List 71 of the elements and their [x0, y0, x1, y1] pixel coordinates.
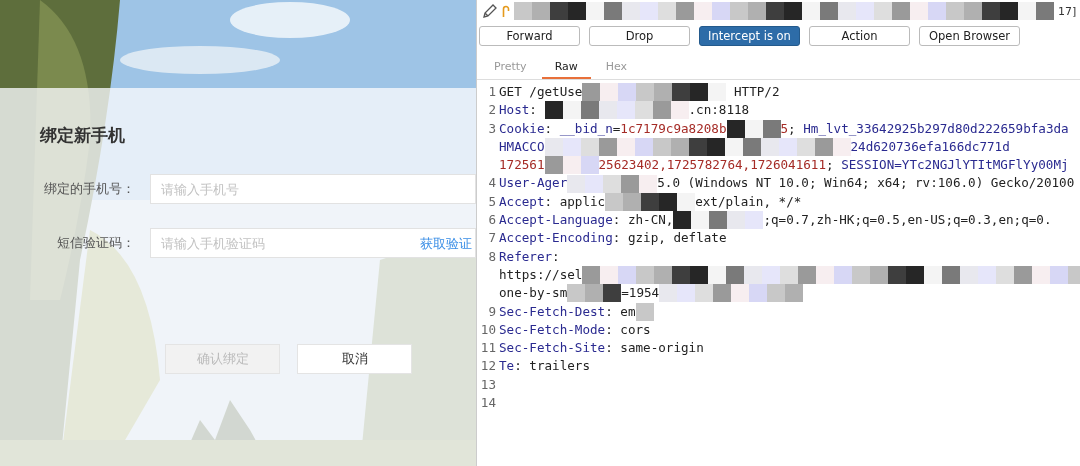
header-name: Te [499, 357, 515, 376]
redaction-mosaic [635, 302, 654, 321]
pencil-icon[interactable] [481, 2, 498, 20]
toolbar-button[interactable]: Open Browser [919, 26, 1020, 46]
code-text: =1954 [621, 284, 660, 303]
code-text: : em [605, 302, 636, 321]
line-number: 8 [488, 247, 496, 266]
header-name: Accept-Encoding [499, 229, 613, 248]
header-name: Sec-Fetch-Site [499, 339, 606, 358]
header-name: SESSION=YTc2NGJlYTItMGFlYy00Mj [841, 156, 1069, 175]
line-number: 6 [488, 211, 496, 230]
code-text: .cn:8118 [688, 101, 750, 120]
code-text: : applic [544, 192, 606, 211]
header-name: Accept [499, 192, 545, 211]
code-text: : [544, 119, 554, 138]
header-name: __bid_n [559, 119, 613, 138]
code-text: : cors [605, 320, 651, 339]
header-name: Accept-Language [499, 211, 613, 230]
line-number: 13 [480, 375, 496, 394]
header-name: Host [499, 101, 530, 120]
line-number: 5 [488, 192, 496, 211]
header-name: Cookie [499, 119, 545, 138]
header-name: User-Ager [499, 174, 568, 193]
view-tab[interactable]: Raw [541, 57, 591, 79]
toolbar-button[interactable]: Forward [479, 26, 580, 46]
header-name: Referer [499, 247, 553, 266]
header-name: HMACCO [499, 137, 545, 156]
code-text: ; [788, 119, 797, 138]
code-text: : zh-CN, [612, 211, 674, 230]
toolbar-button[interactable]: Drop [589, 26, 690, 46]
line-number: 3 [488, 119, 496, 138]
line-number: 7 [488, 229, 496, 248]
line-number: 9 [488, 302, 496, 321]
code-text: 5.0 (Windows NT 10.0; Win64; x64; rv:106.0) Gecko/20100 [657, 174, 1075, 193]
cookie-value: 172561 [499, 156, 545, 175]
cancel-button[interactable]: 取消 [297, 344, 412, 374]
request-title: 17] [1058, 4, 1077, 18]
line-number: 1 [488, 83, 496, 101]
cookie-value: 25623402,1725782764,1726041611 [598, 156, 826, 175]
toolbar-button[interactable]: Intercept is on [699, 26, 800, 46]
cookie-value: 1c7179c9a8208b [620, 119, 727, 138]
field-label: 短信验证码： [57, 234, 135, 252]
line-number: 2 [488, 101, 496, 120]
line-number: 12 [480, 357, 496, 376]
form-heading: 绑定新手机 [40, 124, 125, 147]
cookie-value: 5 [780, 119, 789, 138]
code-text: ; [825, 156, 835, 175]
header-name: Sec-Fetch-Mode [499, 320, 606, 339]
line-number: 4 [488, 174, 496, 193]
toolbar-button[interactable]: Action [809, 26, 910, 46]
code-text: : [552, 247, 560, 266]
code-text: : trailers [514, 357, 590, 376]
header-name: Hm_lvt_33642925b297d80d222659bfa3da [803, 119, 1069, 138]
code-text: ;q=0.7,zh-HK;q=0.5,en-US;q=0.3,en;q=0. [763, 211, 1052, 230]
code-text: GET /getUse [499, 83, 583, 101]
code-text: HTTP/2 [733, 83, 780, 101]
code-text: : [529, 101, 538, 120]
code-text: https://sel [499, 265, 583, 284]
code-text: = [612, 119, 621, 138]
code-text: ext/plain, */* [695, 192, 802, 211]
code-text: : gzip, deflate [612, 229, 727, 248]
get-code-link[interactable]: 获取验证 [420, 235, 472, 253]
lock-icon [502, 5, 510, 17]
line-number: 14 [480, 394, 496, 413]
code-text: : same-origin [605, 339, 704, 358]
line-number: 10 [480, 320, 496, 339]
line-number: 11 [480, 339, 496, 358]
header-name: 24d620736efa166dc771d [850, 137, 1010, 156]
field-label: 绑定的手机号： [44, 180, 135, 198]
header-name: Sec-Fetch-Dest [499, 302, 606, 321]
code-text: one-by-sm [499, 284, 568, 303]
